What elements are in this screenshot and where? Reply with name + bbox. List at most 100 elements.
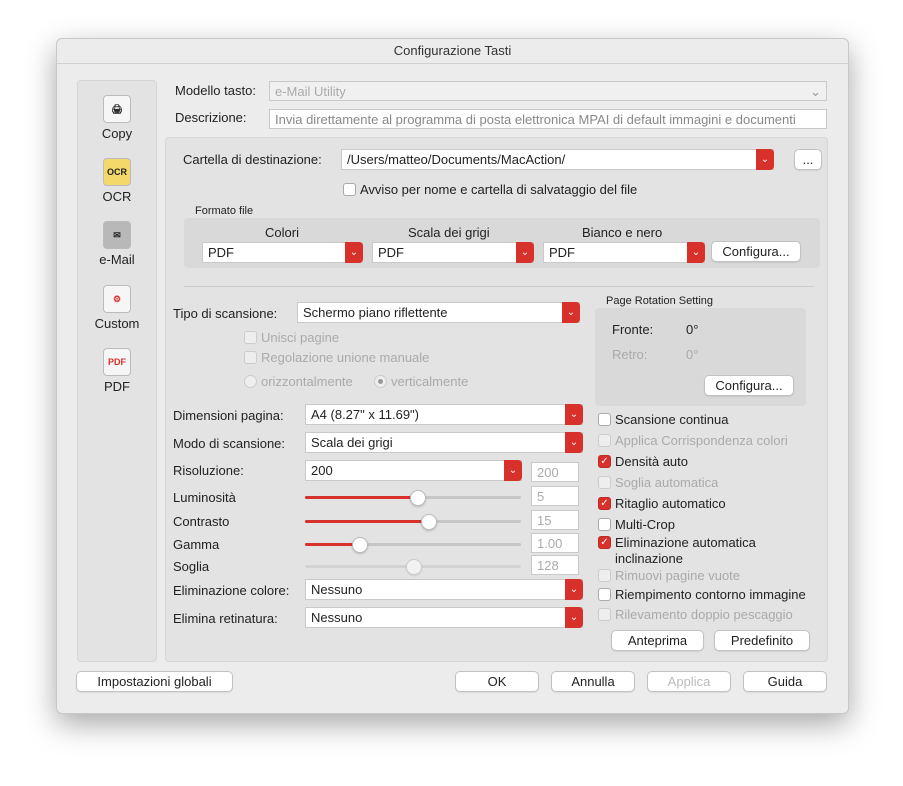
slider-thumb[interactable] (421, 514, 438, 530)
default-button[interactable]: Predefinito (714, 630, 810, 651)
window-title: Configurazione Tasti (57, 39, 848, 64)
slider-value-field[interactable]: 15 (531, 510, 579, 530)
sidebar: 🖨 Copy OCR OCR ✉ e-Mail ⚙ Custom PDF PDF (77, 80, 157, 662)
notify-checkbox[interactable]: Avviso per nome e cartella di salvataggi… (343, 182, 637, 197)
slider-1[interactable] (305, 514, 521, 530)
slider-value-field[interactable]: 5 (531, 486, 579, 506)
rotation-title: Page Rotation Setting (606, 295, 714, 307)
sidebar-item-copy[interactable]: 🖨 Copy (78, 95, 156, 141)
chevron-down-icon: ⌄ (565, 404, 583, 425)
checkbox-label: Eliminazione automatica inclinazione (615, 535, 756, 566)
checkbox-label: Densità auto (615, 454, 688, 469)
checkbox-label: Ritaglio automatico (615, 496, 726, 511)
sidebar-item-custom[interactable]: ⚙ Custom (78, 285, 156, 331)
merge-pages-checkbox[interactable]: Unisci pagine (244, 330, 339, 345)
ocr-icon: OCR (103, 158, 131, 186)
back-label: Retro: (612, 347, 648, 362)
slider-label: Soglia (173, 559, 210, 574)
option-checkbox[interactable]: ✓ Ritaglio automatico (598, 496, 823, 512)
cancel-button[interactable]: Annulla (551, 671, 635, 692)
apply-button[interactable]: Applica (647, 671, 731, 692)
checkbox-label: Rilevamento doppio pescaggio (615, 607, 793, 622)
format-gray-label: Scala dei grigi (408, 225, 490, 240)
checkbox-icon (598, 569, 611, 582)
sidebar-item-email[interactable]: ✉ e-Mail (78, 221, 156, 267)
scan-mode-select[interactable]: Scala dei grigi ⌄ (305, 432, 583, 453)
slider-0[interactable] (305, 490, 521, 506)
option-checkbox[interactable]: ✓ Densità auto (598, 454, 823, 470)
option-checkbox[interactable]: Rimuovi pagine vuote (598, 568, 823, 584)
descreen-select[interactable]: Nessuno ⌄ (305, 607, 583, 628)
description-label: Descrizione: (175, 110, 247, 125)
page-size-label: Dimensioni pagina: (173, 408, 284, 423)
option-checkbox[interactable]: ✓ Eliminazione automatica inclinazione (598, 535, 823, 567)
format-gray-select[interactable]: PDF ⌄ (372, 242, 534, 263)
notify-label: Avviso per nome e cartella di salvataggi… (360, 182, 638, 197)
manual-merge-checkbox[interactable]: Regolazione unione manuale (244, 350, 429, 365)
slider-value-field[interactable]: 1.00 (531, 533, 579, 553)
horizontal-radio[interactable]: orizzontalmente (244, 374, 353, 389)
checkbox-label: Applica Corrispondenza colori (615, 433, 788, 448)
rotation-configure-button[interactable]: Configura... (704, 375, 794, 396)
option-checkbox[interactable]: Rilevamento doppio pescaggio (598, 607, 823, 623)
option-checkbox[interactable]: Applica Corrispondenza colori (598, 433, 823, 449)
option-checkbox[interactable]: Riempimento contorno immagine (598, 587, 823, 603)
browse-button[interactable]: ... (794, 149, 822, 170)
ok-button[interactable]: OK (455, 671, 539, 692)
color-drop-select[interactable]: Nessuno ⌄ (305, 579, 583, 600)
chevron-down-icon: ⌄ (687, 242, 705, 263)
checkbox-icon: ✓ (598, 497, 611, 510)
format-colors-label: Colori (265, 225, 299, 240)
global-settings-button[interactable]: Impostazioni globali (76, 671, 233, 692)
description-field[interactable]: Invia direttamente al programma di posta… (269, 109, 827, 129)
page-size-select[interactable]: A4 (8.27" x 11.69") ⌄ (305, 404, 583, 425)
checkbox-label: Riempimento contorno immagine (615, 587, 806, 602)
slider-label: Contrasto (173, 514, 230, 529)
format-configure-button[interactable]: Configura... (711, 241, 801, 262)
radio-label: verticalmente (391, 374, 469, 389)
select-value: Schermo piano riflettente (303, 305, 448, 320)
resolution-select[interactable]: 200 ⌄ (305, 460, 522, 481)
color-drop-label: Eliminazione colore: (173, 583, 290, 598)
chevron-down-icon: ⌄ (562, 302, 580, 323)
help-button[interactable]: Guida (743, 671, 827, 692)
checkbox-label: Soglia automatica (615, 475, 719, 490)
checkbox-icon: ✓ (598, 455, 611, 468)
preview-button[interactable]: Anteprima (611, 630, 704, 651)
front-value: 0° (686, 322, 699, 337)
checkbox-label: Rimuovi pagine vuote (615, 568, 741, 583)
custom-icon: ⚙ (103, 285, 131, 313)
sidebar-item-pdf[interactable]: PDF PDF (78, 348, 156, 394)
select-value: A4 (8.27" x 11.69") (311, 407, 419, 422)
format-colors-select[interactable]: PDF ⌄ (202, 242, 363, 263)
back-value: 0° (686, 347, 699, 362)
slider-fill (305, 543, 359, 546)
checkbox-icon (244, 331, 257, 344)
format-bw-select[interactable]: PDF ⌄ (543, 242, 705, 263)
slider-value-field[interactable]: 128 (531, 555, 579, 575)
destination-select[interactable]: /Users/matteo/Documents/MacAction/ ⌄ (341, 149, 774, 170)
option-checkbox[interactable]: Scansione continua (598, 412, 823, 428)
slider-thumb[interactable] (352, 537, 368, 553)
slider-3[interactable] (305, 559, 521, 575)
chevron-down-icon: ⌄ (810, 84, 821, 99)
checkbox-icon (343, 183, 356, 196)
radio-label: orizzontalmente (261, 374, 353, 389)
scan-type-select[interactable]: Schermo piano riflettente ⌄ (297, 302, 580, 323)
vertical-radio[interactable]: verticalmente (374, 374, 468, 389)
option-checkbox[interactable]: Multi-Crop (598, 517, 823, 533)
sidebar-item-ocr[interactable]: OCR OCR (78, 158, 156, 204)
resolution-field[interactable]: 200 (531, 462, 579, 482)
slider-thumb[interactable] (406, 559, 422, 575)
checkbox-icon (598, 434, 611, 447)
resolution-label: Risoluzione: (173, 463, 244, 478)
select-value: 200 (311, 463, 333, 478)
select-value: Nessuno (311, 610, 363, 625)
option-checkbox[interactable]: Soglia automatica (598, 475, 823, 491)
slider-2[interactable] (305, 537, 521, 553)
destination-label: Cartella di destinazione: (183, 152, 322, 167)
checkbox-label: Scansione continua (615, 412, 729, 427)
model-label: Modello tasto: (175, 83, 256, 98)
radio-icon (244, 375, 257, 388)
checkbox-icon (598, 608, 611, 621)
